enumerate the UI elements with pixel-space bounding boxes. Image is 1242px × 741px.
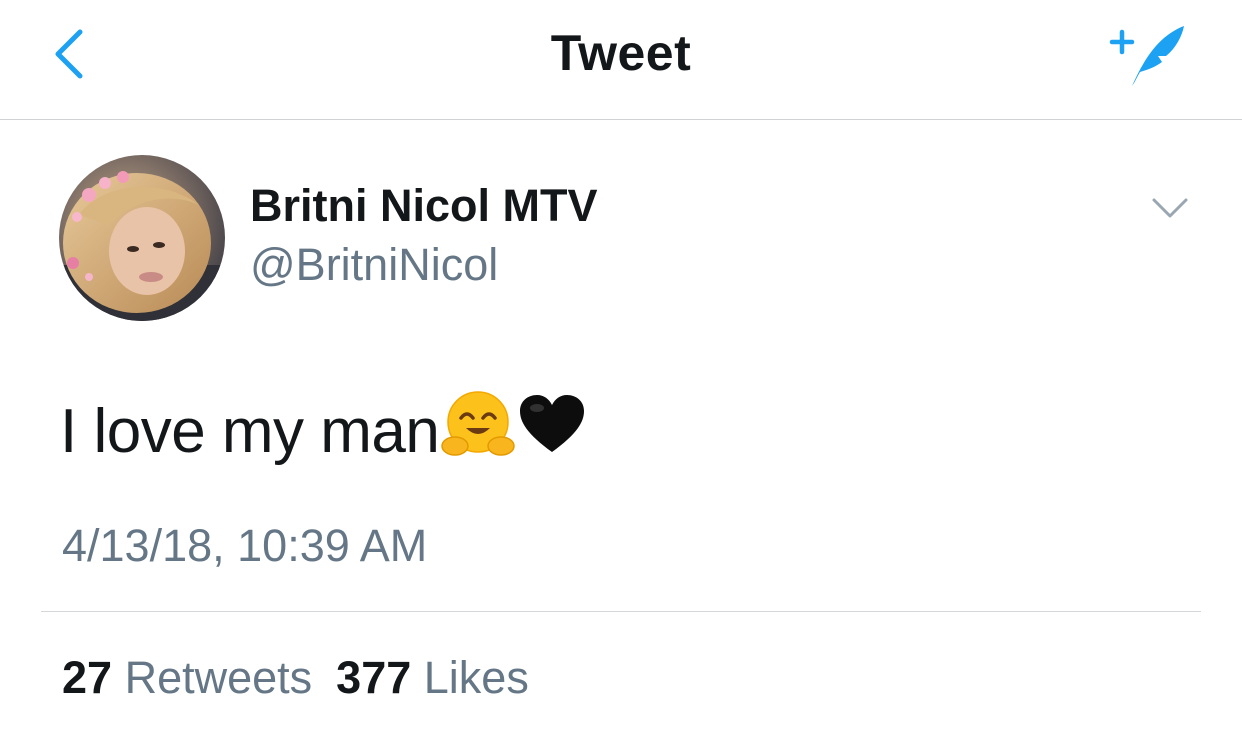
black-heart-emoji <box>517 392 587 471</box>
navigation-bar: Tweet <box>0 0 1242 120</box>
author-name[interactable]: Britni Nicol MTV <box>250 180 598 232</box>
profile-photo <box>59 155 225 321</box>
retweets-stat[interactable]: 27 Retweets <box>62 652 312 704</box>
tweet-text: I love my man <box>60 390 587 471</box>
retweets-label: Retweets <box>124 652 313 703</box>
avatar[interactable] <box>59 155 225 321</box>
tweet-timestamp: 4/13/18, 10:39 AM <box>62 520 428 571</box>
divider <box>41 611 1201 612</box>
page-title: Tweet <box>550 25 692 81</box>
retweets-count: 27 <box>62 652 113 703</box>
compose-tweet-button[interactable] <box>1104 18 1190 90</box>
compose-tweet-icon <box>1109 26 1184 86</box>
chevron-down-icon <box>1152 198 1188 218</box>
likes-stat[interactable]: 377 Likes <box>336 652 529 704</box>
hugging-face-emoji <box>441 388 516 475</box>
author-handle[interactable]: @BritniNicol <box>250 239 498 291</box>
tweet-options-button[interactable] <box>1148 190 1192 226</box>
tweet-stats: 27 Retweets 377 Likes <box>62 652 529 704</box>
likes-count: 377 <box>336 652 412 703</box>
tweet-body: I love my man <box>60 396 440 466</box>
likes-label: Likes <box>423 652 529 703</box>
